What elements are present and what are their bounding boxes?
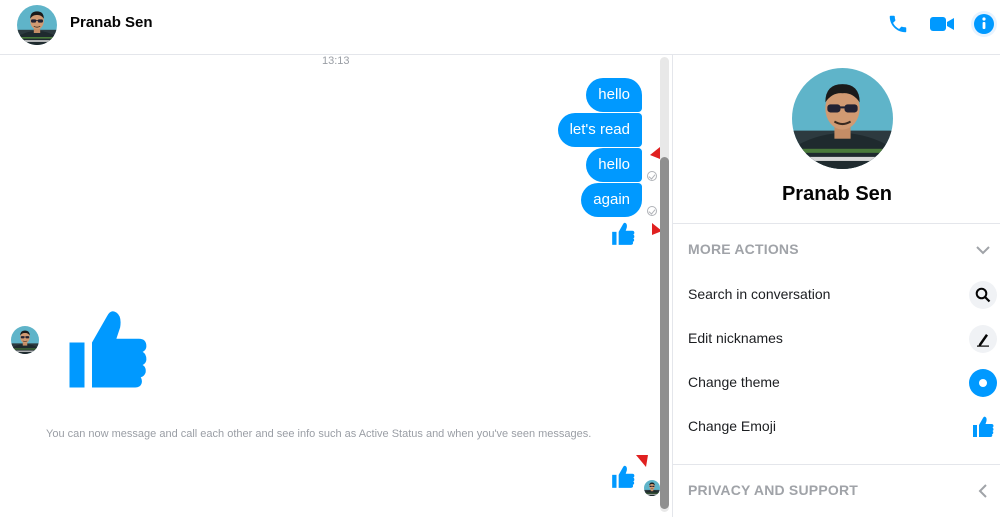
friend-avatar[interactable] (11, 326, 39, 354)
info-icon[interactable] (970, 10, 998, 38)
conversation-header: Pranab Sen (0, 0, 1000, 55)
scrollbar-thumb[interactable] (660, 157, 669, 509)
message-bubble[interactable]: let's read (557, 113, 642, 147)
cursor-pointer-icon (636, 455, 648, 467)
scrollbar[interactable] (660, 57, 669, 512)
divider (673, 223, 1000, 224)
thumbs-up-icon[interactable] (610, 221, 636, 252)
message-bubble[interactable]: hello (586, 148, 642, 182)
large-thumbs-up-icon[interactable] (62, 305, 152, 400)
thumbs-up-icon (969, 413, 997, 441)
phone-icon[interactable] (884, 10, 912, 38)
edit-nicknames-action[interactable]: Edit nicknames (673, 319, 1000, 359)
sent-status-icon (647, 206, 657, 216)
chevron-down-icon[interactable] (974, 241, 992, 259)
search-icon (969, 281, 997, 309)
action-label: Search in conversation (688, 286, 831, 302)
message-bubble[interactable]: again (581, 183, 642, 217)
seen-by-avatar (644, 480, 660, 496)
pencil-icon (969, 325, 997, 353)
change-theme-action[interactable]: Change theme (673, 363, 1000, 403)
video-icon[interactable] (928, 10, 956, 38)
profile-photo[interactable] (792, 68, 893, 169)
theme-icon (969, 369, 997, 397)
action-label: Change Emoji (688, 418, 776, 434)
divider (673, 464, 1000, 465)
search-in-conversation-action[interactable]: Search in conversation (673, 275, 1000, 315)
more-actions-title[interactable]: MORE ACTIONS (688, 241, 799, 257)
message-bubble[interactable]: hello (586, 78, 642, 112)
chevron-left-icon[interactable] (974, 482, 992, 500)
connection-notice: You can now message and call each other … (46, 428, 592, 440)
profile-name: Pranab Sen (781, 183, 893, 205)
contact-avatar[interactable] (17, 5, 57, 45)
change-emoji-action[interactable]: Change Emoji (673, 407, 1000, 447)
message-timestamp: 13:13 (322, 55, 350, 67)
contact-name[interactable]: Pranab Sen (70, 14, 153, 31)
conversation-info-panel: Pranab Sen MORE ACTIONS Search in conver… (672, 55, 1000, 517)
privacy-and-support-title[interactable]: PRIVACY AND SUPPORT (688, 482, 858, 498)
action-label: Edit nicknames (688, 330, 783, 346)
message-thread[interactable]: 13:13 hello let's read hello again You c… (0, 55, 672, 517)
sent-status-icon (647, 171, 657, 181)
action-label: Change theme (688, 374, 780, 390)
thumbs-up-icon[interactable] (610, 464, 636, 495)
